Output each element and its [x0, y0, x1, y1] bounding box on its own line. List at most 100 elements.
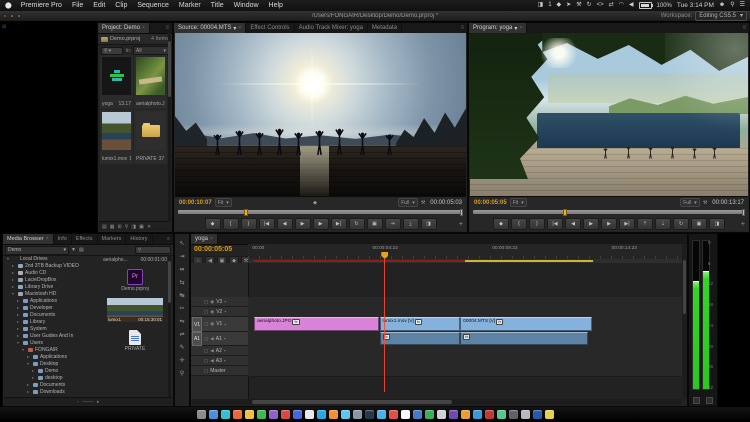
tab-audio-track-mixer[interactable]: Audio Track Mixer: yoga [295, 23, 368, 33]
dock-app-icon[interactable] [292, 410, 302, 419]
workspace-select[interactable]: Editing CS5.5 ▾ [695, 11, 747, 21]
dock-app-icon[interactable] [532, 410, 542, 419]
disclosure-triangle-icon[interactable]: ▸ [12, 284, 16, 289]
playhead-head[interactable] [381, 252, 389, 259]
disclosure-triangle-icon[interactable]: ▸ [17, 305, 21, 310]
dock-app-icon[interactable] [244, 410, 254, 419]
track-output-icon[interactable]: ◉ [210, 299, 214, 305]
dock-app-icon[interactable] [220, 410, 230, 419]
disclosure-triangle-icon[interactable]: ▸ [12, 270, 16, 275]
close-icon[interactable]: × [519, 25, 522, 31]
source-resolution-select[interactable]: Full ▾ [398, 198, 418, 207]
dock-app-icon[interactable] [388, 410, 398, 419]
overwrite-button[interactable]: ⤓ [402, 217, 419, 230]
track-mute-icon[interactable]: ◀ [210, 348, 213, 354]
disclosure-triangle-icon[interactable]: ▸ [12, 277, 16, 282]
window-titlebar[interactable]: /Users/FONGAIR/Desktop/Demo/Demo.prproj … [0, 11, 750, 22]
export-frame-button[interactable]: ◨ [420, 217, 437, 230]
mark-out-button[interactable]: } [529, 217, 545, 230]
track-header-a3[interactable]: ▢ ◀ A3 ▪ [191, 356, 248, 366]
timeline-vscrollbar[interactable] [682, 244, 687, 399]
play-button[interactable]: ▶ [294, 217, 311, 230]
media-browser-tree-item[interactable]: ▾ Macintosh HD [4, 290, 100, 297]
timeline-hscrollbar[interactable] [192, 399, 682, 405]
hand-tool[interactable]: ✛ [176, 354, 188, 366]
menu-item[interactable]: Premiere Pro [16, 2, 67, 9]
dev-icon[interactable]: <> [597, 0, 604, 11]
dropbox-icon[interactable]: ◆ [557, 0, 562, 11]
export-frame-button[interactable]: ◨ [709, 217, 725, 230]
dock-app-icon[interactable] [304, 410, 314, 419]
insert-button[interactable]: ⇥ [384, 217, 401, 230]
track-options-icon[interactable]: ▪ [224, 299, 226, 304]
program-resolution-select[interactable]: Full ▾ [680, 198, 700, 207]
media-browser-tree-item[interactable]: ▸ desktop [4, 374, 100, 381]
panel-menu-icon[interactable]: ≡ [739, 23, 749, 33]
dock-app-icon[interactable] [520, 410, 530, 419]
disclosure-triangle-icon[interactable]: ▸ [17, 298, 21, 303]
program-playhead-marker[interactable] [562, 209, 567, 216]
disclosure-triangle-icon[interactable]: ▸ [12, 263, 16, 268]
dock-app-icon[interactable] [280, 410, 290, 419]
menu-item[interactable]: Title [206, 2, 229, 9]
dock-app-icon[interactable] [508, 410, 518, 419]
media-browser-tree-item[interactable]: ▸ Demo [4, 367, 100, 374]
dock-app-icon[interactable] [316, 410, 326, 419]
dock-app-icon[interactable] [256, 410, 266, 419]
extract-button[interactable]: ⇣ [655, 217, 671, 230]
dock-app-icon[interactable] [472, 410, 482, 419]
track-header-v2[interactable]: ▢ ◉ V2 ▪ [191, 307, 248, 317]
disclosure-triangle-icon[interactable]: ▾ [7, 256, 11, 261]
lift-button[interactable]: ⇡ [637, 217, 653, 230]
track-lock-icon[interactable]: ▢ [204, 348, 208, 354]
go-to-out-button[interactable]: ▶| [330, 217, 347, 230]
timemachine-icon[interactable]: ↻ [587, 0, 592, 11]
button-editor-plus-icon[interactable]: + [741, 221, 745, 228]
rate-stretch-tool[interactable]: ↹ [176, 289, 188, 301]
track-options-icon[interactable]: ▪ [224, 358, 226, 363]
add-marker-button[interactable]: ◆ [204, 217, 221, 230]
menu-item[interactable]: Help [264, 2, 288, 9]
track-lock-icon[interactable]: ▢ [204, 309, 208, 315]
dock-app-icon[interactable] [268, 410, 278, 419]
source-patch-video[interactable]: V1 [192, 317, 202, 332]
media-browser-tree-item[interactable]: ▾ FONGAIR [4, 346, 100, 353]
mark-in-button[interactable]: { [511, 217, 527, 230]
play-button[interactable]: ▶ [583, 217, 599, 230]
track-header-a2[interactable]: ▢ ◀ A2 ▪ [191, 346, 248, 356]
window-minimize-button[interactable] [10, 14, 14, 18]
close-icon[interactable]: × [210, 236, 213, 242]
file-entry-video[interactable]: lumix1 00:15:30:01 [102, 298, 168, 322]
disclosure-triangle-icon[interactable]: ▸ [17, 312, 21, 317]
track-header-v3[interactable]: ▢ ◉ V3 ▪ [191, 297, 248, 307]
list-view-button[interactable]: ▤ [102, 224, 107, 230]
notification-count[interactable]: 1 [548, 0, 551, 11]
sync-icon[interactable]: ⇄ [609, 0, 614, 11]
track-mute-icon[interactable]: ◀ [210, 358, 213, 364]
media-browser-zoom-bar[interactable]: ▫ —◦— ▸ [4, 397, 172, 405]
disclosure-triangle-icon[interactable]: ▸ [17, 326, 21, 331]
go-to-in-button[interactable]: |◀ [547, 217, 563, 230]
tab-markers[interactable]: Markers [98, 234, 127, 244]
media-browser-tree-item[interactable]: ▸ User Guides And In [4, 332, 100, 339]
displays-icon[interactable]: ◨ [538, 0, 544, 11]
media-browser-tree-item[interactable]: ▸ Library Drive [4, 283, 100, 290]
panel-grid-icon[interactable]: ⊞ [2, 24, 6, 30]
project-bin-row[interactable]: Demo.prproj 4 Items [98, 34, 172, 45]
dock-app-icon[interactable] [460, 410, 470, 419]
media-browser-tree-item[interactable]: ▸ Library [4, 318, 100, 325]
dock-app-icon[interactable] [196, 410, 206, 419]
playhead-line[interactable] [384, 259, 386, 392]
panel-menu-icon[interactable]: ≡ [164, 234, 173, 244]
dock-app-icon[interactable] [448, 410, 458, 419]
disclosure-triangle-icon[interactable]: ▸ [27, 389, 31, 394]
menu-item[interactable]: Clip [110, 2, 132, 9]
tools-icon[interactable]: ⚒ [576, 0, 581, 11]
track-options-icon[interactable]: ▪ [224, 348, 226, 353]
file-entry[interactable]: aerialpho... 00:00:01:00 [102, 255, 168, 265]
dock-app-icon[interactable] [340, 410, 350, 419]
new-bin-button[interactable]: ◨ [131, 224, 136, 230]
media-browser-tree-item[interactable]: ▸ Documents [4, 311, 100, 318]
program-scrubber[interactable] [473, 209, 745, 216]
path-select[interactable]: Demo ▾ [5, 245, 69, 255]
